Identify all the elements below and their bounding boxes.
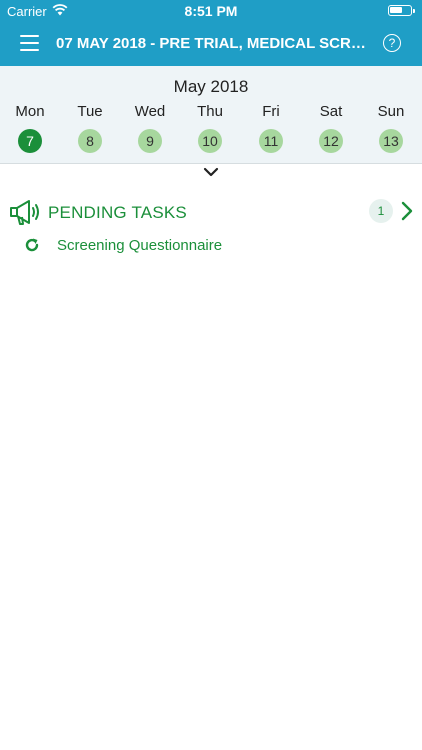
page-title: 07 MAY 2018 - PRE TRIAL, MEDICAL SCRE... <box>56 35 366 52</box>
week-calendar: May 2018 Mon 7 Tue 8 Wed 9 Thu 10 Fri 11… <box>0 66 422 164</box>
battery-icon <box>388 5 415 16</box>
day-sun[interactable]: Sun 13 <box>361 103 421 153</box>
day-name: Fri <box>262 103 280 120</box>
calendar-month: May 2018 <box>173 77 249 96</box>
day-number: 10 <box>198 129 222 153</box>
pending-tasks-title: PENDING TASKS <box>48 203 187 222</box>
day-number: 11 <box>259 129 283 153</box>
pending-tasks-header: PENDING TASKS 1 <box>0 196 422 228</box>
task-item-screening-questionnaire[interactable]: Screening Questionnaire <box>0 234 422 258</box>
day-number: 7 <box>18 129 42 153</box>
day-name: Mon <box>15 103 45 120</box>
day-number: 12 <box>319 129 343 153</box>
day-mon[interactable]: Mon 7 <box>0 103 60 153</box>
day-name: Tue <box>77 103 103 120</box>
day-name: Sun <box>377 103 405 120</box>
chevron-right-icon[interactable] <box>401 201 413 221</box>
day-name: Thu <box>197 103 223 120</box>
day-number: 9 <box>138 129 162 153</box>
day-tue[interactable]: Tue 8 <box>60 103 120 153</box>
day-sat[interactable]: Sat 12 <box>301 103 361 153</box>
top-nav-bar: 07 MAY 2018 - PRE TRIAL, MEDICAL SCRE...… <box>0 22 422 66</box>
help-icon[interactable]: ? <box>383 34 401 52</box>
task-label: Screening Questionnaire <box>57 237 223 254</box>
pending-count-badge: 1 <box>369 199 393 223</box>
day-name: Sat <box>319 103 343 120</box>
day-fri[interactable]: Fri 11 <box>241 103 301 153</box>
clock: 8:51 PM <box>184 3 238 19</box>
day-wed[interactable]: Wed 9 <box>120 103 180 153</box>
day-thu[interactable]: Thu 10 <box>180 103 240 153</box>
menu-icon[interactable] <box>20 35 39 51</box>
chevron-down-icon[interactable] <box>203 166 219 178</box>
megaphone-icon <box>10 200 39 225</box>
refresh-icon <box>25 238 39 252</box>
day-name: Wed <box>134 103 166 120</box>
day-number: 8 <box>78 129 102 153</box>
status-bar: Carrier 8:51 PM <box>0 0 422 22</box>
day-number: 13 <box>379 129 403 153</box>
